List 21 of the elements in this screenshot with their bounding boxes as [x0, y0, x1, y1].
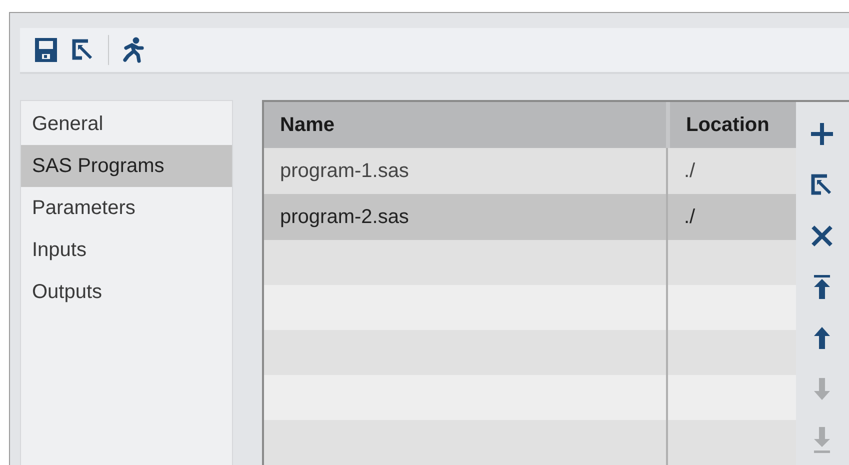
edit-icon [71, 38, 95, 62]
table-row[interactable]: program-2.sas ./ [264, 194, 796, 240]
save-button[interactable] [32, 35, 60, 65]
column-header[interactable]: Name [264, 102, 666, 148]
close-icon [811, 224, 833, 246]
arrow-to-top-icon [813, 274, 831, 298]
edit-icon [810, 172, 834, 196]
sidebar-item[interactable]: Outputs [21, 271, 232, 313]
plus-icon [811, 122, 833, 144]
save-icon [35, 38, 57, 62]
sidebar-item[interactable]: SAS Programs [21, 145, 232, 187]
down-arrow-icon [813, 378, 831, 400]
running-figure-icon [122, 37, 144, 63]
sidebar-item[interactable]: Inputs [21, 229, 232, 271]
table-cell-text: program-1.sas [279, 159, 410, 184]
table-cell-text: program-2.sas [279, 205, 410, 230]
arrow-to-bottom-icon [813, 426, 831, 452]
sidebar-item[interactable]: Parameters [21, 187, 232, 229]
table-row[interactable]: program-1.sas ./ [264, 148, 796, 194]
sidebar-item[interactable]: General [21, 103, 232, 145]
up-arrow-icon [813, 326, 831, 348]
